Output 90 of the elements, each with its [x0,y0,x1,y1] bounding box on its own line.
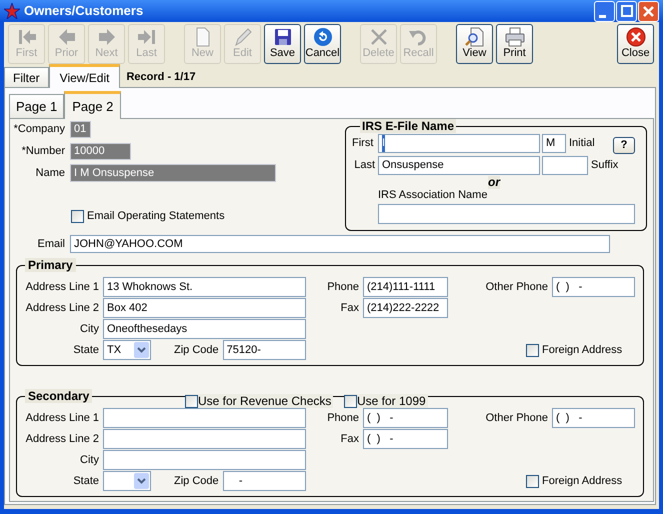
field-label: State [73,474,99,489]
maximize-button[interactable] [616,0,637,22]
field-label: Address Line 1 [26,410,99,426]
field-label: Last [353,158,376,174]
field-label: Address Line 2 [26,432,99,447]
text-field[interactable]: 01 [70,121,91,138]
text-field[interactable] [103,429,306,449]
field-label: Address Line 1 [26,280,99,295]
text-field[interactable]: 13 Whoknows St. [103,277,306,297]
field-label: Suffix [591,158,618,174]
record-counter: Record - 1/17 [126,70,196,84]
text-field[interactable] [103,450,306,470]
text-field[interactable]: I [378,134,540,153]
field-label: Other Phone [486,280,548,295]
text-field[interactable] [378,204,635,224]
field-label: State [73,342,99,358]
skip-forward-icon [136,27,158,47]
text-field[interactable]: (214)111-1111 [363,277,448,297]
field-label: Zip Code [174,474,219,489]
text-field[interactable]: ( ) - [363,408,448,428]
field-label: Phone [327,410,359,426]
text-field[interactable]: JOHN@YAHOO.COM [70,235,610,253]
tab[interactable]: View/Edit [48,64,120,88]
separator-text: or [488,176,500,189]
field-label: Foreign Address [542,474,622,489]
field-label: Use for 1099 [357,394,426,408]
view-button[interactable]: View [456,24,493,64]
printer-icon [504,27,526,47]
field-label: Fax [340,300,359,316]
field-label: Use for Revenue Checks [198,394,332,408]
chevron-down-icon [134,342,149,358]
text-field[interactable]: 75120- [222,340,306,360]
field-label: Foreign Address [542,342,622,358]
tab[interactable]: Page 1 [9,94,64,118]
help-button[interactable]: ? [613,136,635,154]
field-label: First [352,136,374,152]
text-field[interactable]: M [542,134,566,153]
field-label: Fax [340,432,359,447]
text-field[interactable]: Oneofthesedays [103,319,306,339]
close-button[interactable] [638,0,659,22]
field-label: City [80,452,99,468]
checkbox[interactable] [526,344,539,356]
tab[interactable]: Filter [4,67,49,87]
star-icon [4,3,20,19]
close-icon [624,27,646,47]
group-title: Secondary [25,389,92,403]
state-dropdown[interactable] [103,471,151,491]
field-label: Initial [569,136,595,152]
text-field[interactable]: ( ) - [363,429,448,449]
text-field[interactable]: - [222,471,306,491]
window-title: Owners/Customers [24,2,144,20]
field-label: *Number [20,144,65,160]
checkbox[interactable] [344,394,357,408]
checkbox[interactable] [71,210,84,223]
minimize-icon [599,14,606,18]
state-dropdown[interactable]: TX [103,340,151,360]
text-field[interactable]: ( ) - [552,277,635,297]
text-field[interactable]: ( ) - [552,408,635,428]
cancel-button[interactable]: Cancel [304,24,341,64]
field-label: Name [34,166,65,181]
text-field[interactable]: 10000 [70,143,131,160]
field-label: Other Phone [486,410,548,426]
text-field[interactable]: Box 402 [103,298,306,318]
field-label: *Company [12,122,65,138]
undo-icon [312,27,334,47]
minimize-button[interactable] [594,0,615,22]
chevron-down-icon [134,473,149,489]
field-label: Address Line 2 [26,300,99,316]
save-button[interactable]: Save [264,24,301,64]
text-field[interactable] [542,156,588,175]
field-label: Email [36,236,65,252]
field-label: Phone [327,280,359,295]
text-field[interactable]: I M Onsuspense [70,164,276,182]
print-button[interactable]: Print [496,24,533,64]
maximize-icon [620,5,632,17]
text-field[interactable] [103,408,306,428]
text-field[interactable]: (214)222-2222 [363,298,448,318]
field-label: Zip Code [174,342,219,358]
group-title: Primary [25,258,76,272]
field-label: Email Operating Statements [87,209,225,224]
field-label: City [80,322,99,337]
tab[interactable]: Page 2 [64,91,122,119]
close-button[interactable]: Close [617,24,654,64]
field-label: IRS Association Name [378,189,488,201]
text-field[interactable]: Onsuspense [378,156,540,175]
checkbox[interactable] [526,474,539,488]
group-title: IRS E-File Name [360,119,456,133]
page-magnifier-icon [464,27,486,47]
close-icon [643,6,654,16]
checkbox[interactable] [185,394,198,408]
